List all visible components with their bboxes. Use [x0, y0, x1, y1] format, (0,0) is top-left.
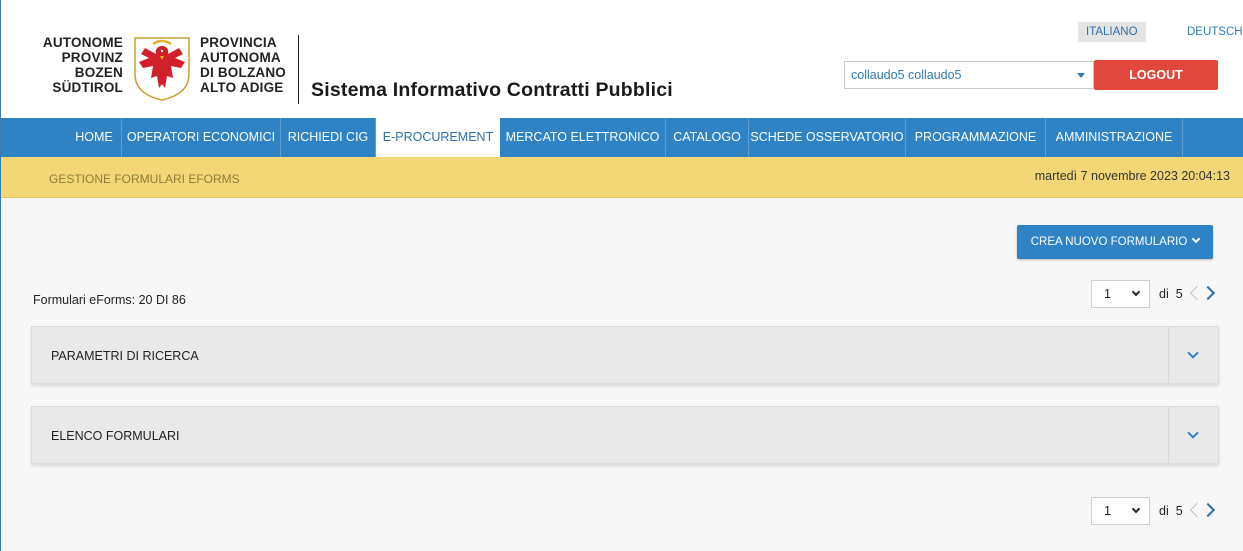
chevron-down-icon [1131, 504, 1141, 514]
page-frame: AUTONOME PROVINZ BOZEN SÜDTIROL PROVINCI… [0, 0, 1243, 551]
page-of-label: di [1159, 504, 1169, 518]
language-deutsch-button[interactable]: DEUTSCH [1179, 22, 1243, 42]
results-count: Formulari eForms: 20 DI 86 [33, 293, 186, 307]
nav-item-home[interactable]: HOME [67, 118, 122, 157]
page-select[interactable]: 1 [1091, 280, 1150, 308]
nav-item-catalogo[interactable]: CATALOGO [666, 118, 749, 157]
search-parameters-panel[interactable]: PARAMETRI DI RICERCA [31, 326, 1219, 384]
page-total-value: 5 [1175, 504, 1183, 518]
header: AUTONOME PROVINZ BOZEN SÜDTIROL PROVINCI… [1, 0, 1243, 118]
page-total: di 5 [1159, 504, 1183, 518]
create-new-form-button[interactable]: CREA NUOVO FORMULARIO [1017, 225, 1213, 259]
page-total-value: 5 [1175, 287, 1183, 301]
logo-divider [298, 35, 299, 104]
nav-item-e-procurement[interactable]: E-PROCUREMENT [376, 118, 500, 157]
chevron-down-icon [1131, 287, 1141, 297]
form-list-panel[interactable]: ELENCO FORMULARI [31, 406, 1219, 464]
page-select-value: 1 [1104, 287, 1111, 301]
app-title: Sistema Informativo Contratti Pubblici [311, 79, 673, 101]
panel-toggle[interactable] [1168, 327, 1218, 383]
main-content: CREA NUOVO FORMULARIO 1 di 5 Formulari e… [1, 198, 1243, 551]
main-nav: HOME OPERATORI ECONOMICI RICHIEDI CIG E-… [1, 118, 1243, 157]
logo-line: PROVINCIA [200, 35, 277, 50]
nav-item-amministrazione[interactable]: AMMINISTRAZIONE [1046, 118, 1183, 157]
nav-item-mercato-elettronico[interactable]: MERCATO ELETTRONICO [500, 118, 666, 157]
chevron-right-icon[interactable] [1200, 502, 1216, 518]
nav-item-operatori-economici[interactable]: OPERATORI ECONOMICI [122, 118, 281, 157]
nav-item-programmazione[interactable]: PROGRAMMAZIONE [906, 118, 1046, 157]
language-italiano-button[interactable]: ITALIANO [1078, 22, 1146, 42]
create-new-form-label: CREA NUOVO FORMULARIO [1030, 236, 1188, 248]
logo-text-italian: PROVINCIA AUTONOMA DI BOLZANO ALTO ADIGE [200, 35, 310, 95]
logo-line: AUTONOMA [200, 50, 281, 65]
panel-toggle[interactable] [1168, 407, 1218, 463]
chevron-down-icon [1187, 347, 1199, 359]
current-datetime: martedì 7 novembre 2023 20:04:13 [1034, 169, 1230, 183]
breadcrumb[interactable]: GESTIONE FORMULARI EFORMS [49, 172, 240, 186]
user-profile-value: collaudo5 collaudo5 [851, 68, 962, 82]
page-of-label: di [1159, 287, 1169, 301]
logo-line: AUTONOME [42, 35, 123, 50]
page-total: di 5 [1159, 287, 1183, 301]
logout-button[interactable]: LOGOUT [1094, 60, 1218, 90]
logo-line: BOZEN [74, 65, 123, 80]
logo-text-german: AUTONOME PROVINZ BOZEN SÜDTIROL [19, 35, 123, 95]
page-select[interactable]: 1 [1091, 497, 1150, 525]
page-select-value: 1 [1104, 504, 1111, 518]
logo-line: PROVINZ [61, 50, 123, 65]
logo-line: SÜDTIROL [52, 80, 123, 95]
nav-item-richiedi-cig[interactable]: RICHIEDI CIG [281, 118, 376, 157]
chevron-right-icon[interactable] [1200, 285, 1216, 301]
eagle-coat-of-arms-icon [134, 37, 190, 101]
logo-line: DI BOLZANO [200, 65, 286, 80]
nav-item-schede-osservatorio[interactable]: SCHEDE OSSERVATORIO [749, 118, 906, 157]
chevron-down-icon [1192, 234, 1201, 244]
logo-line: ALTO ADIGE [200, 80, 284, 95]
caret-down-icon [1077, 73, 1085, 78]
panel-title: PARAMETRI DI RICERCA [51, 349, 199, 363]
panel-title: ELENCO FORMULARI [51, 429, 180, 443]
sub-header-bar: GESTIONE FORMULARI EFORMS martedì 7 nove… [1, 157, 1243, 198]
chevron-down-icon [1187, 427, 1199, 439]
user-profile-select[interactable]: collaudo5 collaudo5 [844, 61, 1094, 89]
